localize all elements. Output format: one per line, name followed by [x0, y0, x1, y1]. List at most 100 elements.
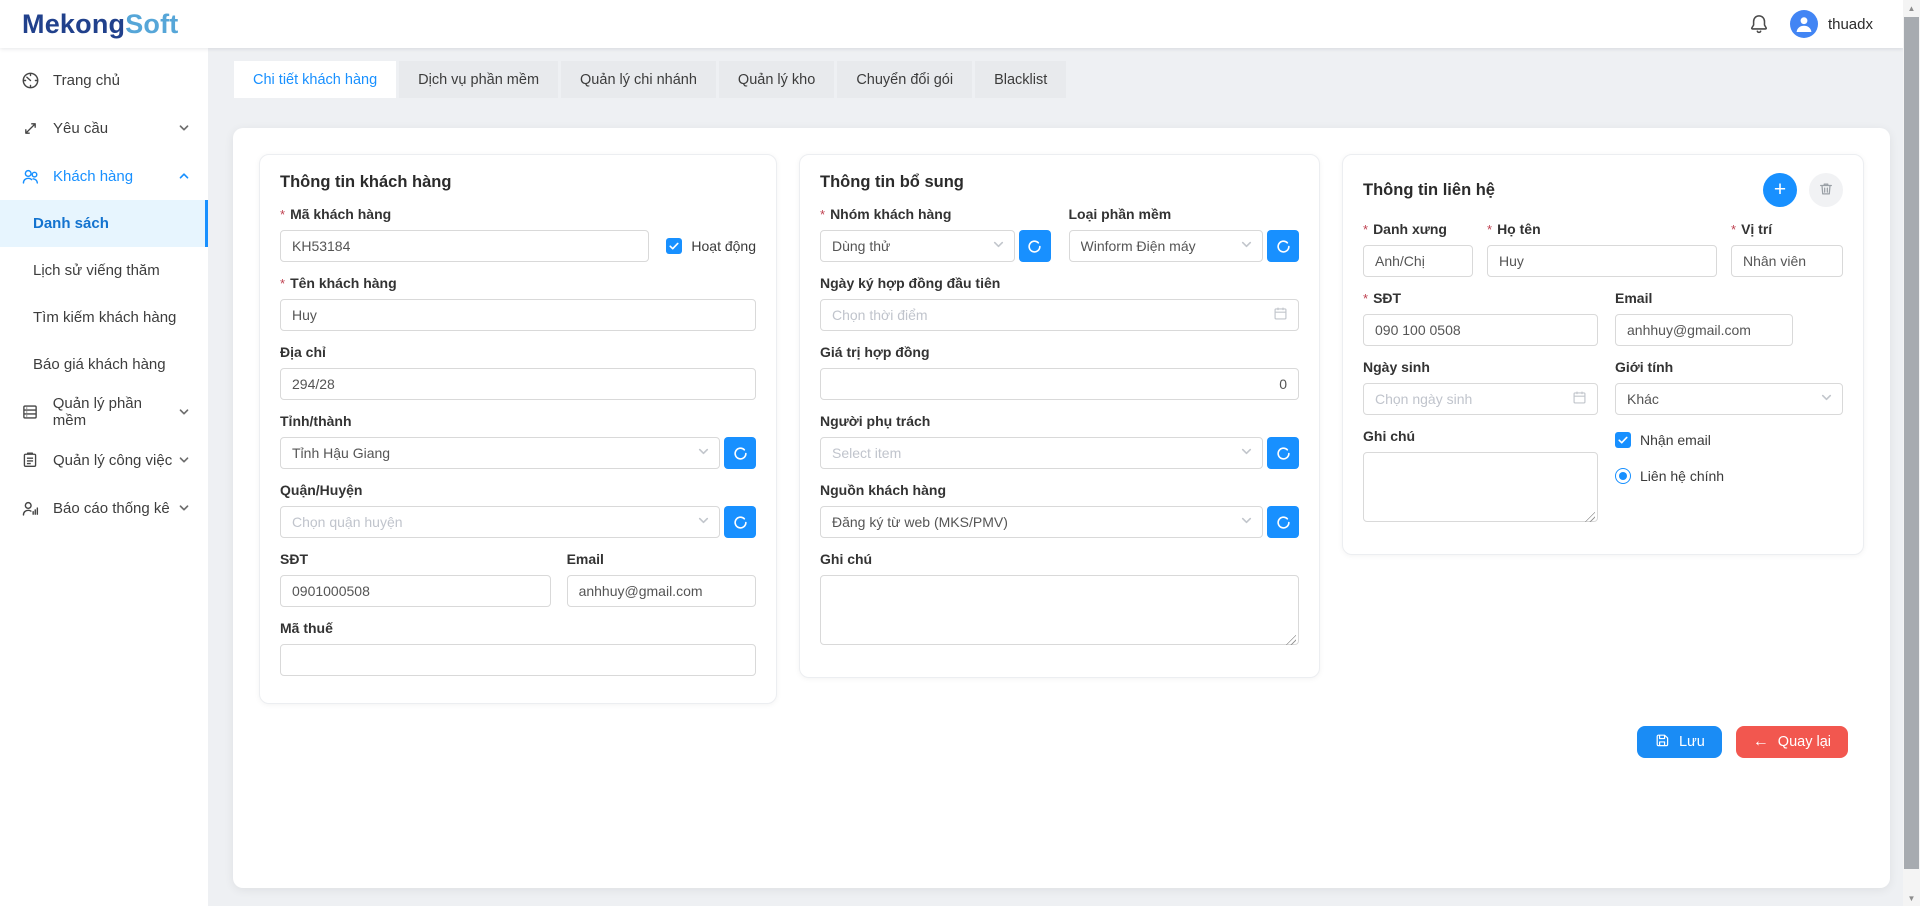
scrollbar-up-arrow[interactable]: ▲ [1903, 0, 1920, 16]
manager-select[interactable]: Select item [820, 437, 1263, 469]
primary-contact-radio[interactable]: Liên hệ chính [1615, 468, 1843, 484]
scrollbar-thumb[interactable] [1904, 17, 1919, 869]
user-menu[interactable]: thuadx [1790, 10, 1873, 38]
tax-code-input[interactable] [280, 644, 756, 676]
software-type-select[interactable]: Winform Điện máy [1069, 230, 1264, 262]
sidebar-item-label: Báo cáo thống kê [53, 500, 170, 517]
first-contract-date-picker[interactable]: Chọn thời điểm [820, 299, 1299, 331]
note-textarea[interactable] [820, 575, 1299, 645]
contact-phone-input[interactable] [1363, 314, 1598, 346]
receive-email-checkbox[interactable]: Nhận email [1615, 432, 1843, 448]
chevron-down-icon [1240, 445, 1253, 461]
tab-bar: Chi tiết khách hàng Dịch vụ phần mềm Quả… [234, 61, 1903, 98]
dashboard-icon [20, 70, 40, 90]
dob-date-picker[interactable]: Chọn ngày sinh [1363, 383, 1598, 415]
address-input[interactable] [280, 368, 756, 400]
contact-note-textarea[interactable] [1363, 452, 1598, 522]
content-panel: Thông tin khách hàng Mã khách hàng Hoạt … [233, 128, 1890, 888]
tab-warehouse-management[interactable]: Quản lý kho [719, 61, 834, 98]
additional-info-card: Thông tin bổ sung Nhóm khách hàng Dùng t… [799, 154, 1320, 678]
chevron-down-icon [178, 454, 190, 466]
calendar-icon [1273, 306, 1288, 324]
email-input[interactable] [567, 575, 756, 607]
sidebar-subitem-customer-list[interactable]: Danh sách [0, 200, 208, 247]
checkbox-checked-icon [1615, 432, 1631, 448]
notification-bell-icon[interactable] [1748, 13, 1770, 35]
add-contact-button[interactable]: + [1763, 173, 1797, 207]
sidebar-item-label: Yêu cầu [53, 120, 108, 137]
customer-source-select[interactable]: Đăng ký từ web (MKS/PMV) [820, 506, 1263, 538]
manager-refresh-button[interactable] [1267, 437, 1299, 469]
customer-code-input[interactable] [280, 230, 649, 262]
chevron-down-icon [697, 514, 710, 530]
back-button-label: Quay lại [1778, 734, 1831, 750]
email-label: Email [567, 551, 756, 567]
chevron-up-icon [178, 170, 190, 182]
primary-contact-label: Liên hệ chính [1640, 468, 1724, 484]
sidebar-subitem-customer-quote[interactable]: Báo giá khách hàng [0, 341, 208, 388]
save-button[interactable]: Lưu [1637, 726, 1722, 758]
customer-group-refresh-button[interactable] [1019, 230, 1051, 262]
avatar [1790, 10, 1818, 38]
contact-email-label: Email [1615, 290, 1793, 306]
chevron-down-icon [992, 238, 1005, 254]
phone-input[interactable] [280, 575, 551, 607]
customer-source-refresh-button[interactable] [1267, 506, 1299, 538]
district-refresh-button[interactable] [724, 506, 756, 538]
tab-software-services[interactable]: Dịch vụ phần mềm [399, 61, 558, 98]
manager-label: Người phụ trách [820, 413, 1299, 429]
customer-source-label: Nguồn khách hàng [820, 482, 1299, 498]
tax-code-label: Mã thuế [280, 620, 756, 636]
position-label: Vị trí [1731, 221, 1843, 237]
sidebar-subitem-label: Lịch sử viếng thăm [33, 262, 160, 279]
customer-name-input[interactable] [280, 299, 756, 331]
sidebar-subitem-visit-history[interactable]: Lịch sử viếng thăm [0, 247, 208, 294]
position-input[interactable] [1731, 245, 1843, 277]
vertical-scrollbar[interactable]: ▲ ▼ [1903, 0, 1920, 906]
sidebar-item-requests[interactable]: Yêu cầu [0, 104, 208, 152]
tab-blacklist[interactable]: Blacklist [975, 61, 1066, 98]
logo-part1: Mekong [22, 9, 125, 39]
scrollbar-down-arrow[interactable]: ▼ [1903, 890, 1920, 906]
card-title: Thông tin khách hàng [280, 173, 756, 192]
delete-contact-button[interactable] [1809, 173, 1843, 207]
sidebar-item-label: Quản lý công việc [53, 452, 172, 469]
active-checkbox[interactable]: Hoạt động [666, 238, 756, 254]
arrow-left-icon: ← [1753, 734, 1769, 750]
software-type-refresh-button[interactable] [1267, 230, 1299, 262]
customers-icon [20, 166, 40, 186]
contact-note-label: Ghi chú [1363, 428, 1598, 444]
sidebar-subitem-customer-search[interactable]: Tìm kiếm khách hàng [0, 294, 208, 341]
software-type-label: Loại phần mềm [1069, 206, 1300, 222]
chevron-down-icon [1240, 238, 1253, 254]
salutation-input[interactable] [1363, 245, 1473, 277]
district-label: Quận/Huyện [280, 482, 756, 498]
sidebar-item-task-management[interactable]: Quản lý công việc [0, 436, 208, 484]
form-actions: Lưu ← Quay lại [1637, 726, 1848, 758]
customer-group-select[interactable]: Dùng thử [820, 230, 1015, 262]
contact-phone-label: SĐT [1363, 290, 1598, 306]
province-refresh-button[interactable] [724, 437, 756, 469]
province-select[interactable]: Tỉnh Hậu Giang [280, 437, 720, 469]
app-logo[interactable]: MekongSoft [22, 9, 179, 40]
back-button[interactable]: ← Quay lại [1736, 726, 1848, 758]
tab-package-conversion[interactable]: Chuyển đổi gói [837, 61, 972, 98]
sidebar-item-home[interactable]: Trang chủ [0, 56, 208, 104]
tab-branch-management[interactable]: Quản lý chi nhánh [561, 61, 716, 98]
chevron-down-icon [697, 445, 710, 461]
gender-select[interactable]: Khác [1615, 383, 1843, 415]
clipboard-icon [20, 450, 40, 470]
contact-fullname-label: Họ tên [1487, 221, 1717, 237]
district-select[interactable]: Chọn quận huyện [280, 506, 720, 538]
sidebar-item-customers[interactable]: Khách hàng [0, 152, 208, 200]
sidebar-item-label: Trang chủ [53, 72, 120, 89]
contact-email-input[interactable] [1615, 314, 1793, 346]
resize-handle[interactable] [1585, 512, 1595, 522]
sidebar-item-software-management[interactable]: Quản lý phần mềm [0, 388, 208, 436]
sidebar-item-reports[interactable]: Báo cáo thống kê [0, 484, 208, 532]
contract-value-input[interactable] [820, 368, 1299, 400]
contact-fullname-input[interactable] [1487, 245, 1717, 277]
resize-handle[interactable] [1286, 635, 1296, 645]
sidebar-subitem-label: Tìm kiếm khách hàng [33, 309, 176, 326]
tab-customer-detail[interactable]: Chi tiết khách hàng [234, 61, 396, 98]
